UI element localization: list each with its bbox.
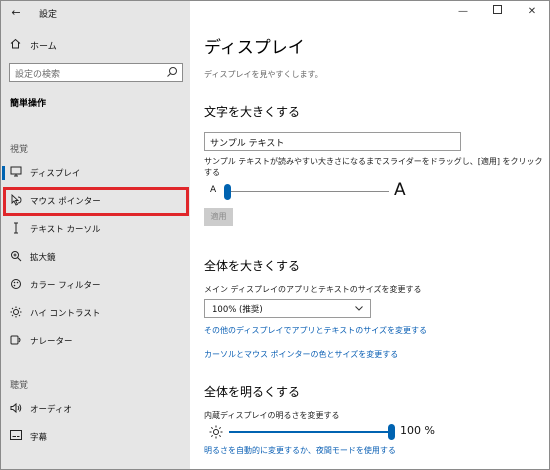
sidebar-item-label: オーディオ (30, 405, 72, 415)
settings-window: ← 設定 ホーム 設定の検索 簡単操作 視覚 ディスプレイ マウス ポインター … (0, 0, 550, 470)
search-placeholder: 設定の検索 (15, 70, 61, 80)
page-description: ディスプレイを見やすくします。 (204, 70, 323, 79)
sidebar-item-label: テキスト カーソル (30, 225, 101, 235)
back-arrow-icon[interactable]: ← (7, 5, 25, 21)
text-size-slider-track[interactable] (227, 191, 389, 192)
group-label-hearing: 聴覚 (10, 381, 29, 391)
sample-text: サンプル テキスト (210, 139, 285, 149)
sidebar-item-label: ナレーター (30, 337, 73, 347)
narrator-icon (9, 334, 23, 348)
link-other-display-scale[interactable]: その他のディスプレイでアプリとテキストのサイズを変更する (204, 325, 427, 336)
chevron-down-icon (354, 303, 364, 313)
sidebar-item-label: 字幕 (30, 433, 48, 443)
highlight-box (3, 187, 189, 216)
brightness-value: 100 % (400, 424, 435, 437)
sidebar-item-magnifier[interactable]: 拡大鏡 (1, 245, 190, 269)
sidebar-item-audio[interactable]: オーディオ (1, 397, 190, 421)
main-content: ディスプレイ ディスプレイを見やすくします。 文字を大きくする サンプル テキス… (190, 1, 549, 469)
text-cursor-icon (9, 222, 23, 236)
sidebar-item-label: ディスプレイ (30, 169, 81, 179)
home-icon (10, 38, 21, 52)
sidebar-item-text-cursor[interactable]: テキスト カーソル (1, 217, 190, 241)
heading-scale: 全体を大きくする (204, 259, 301, 273)
sidebar-item-captions[interactable]: 字幕 (1, 425, 190, 449)
sidebar: ← 設定 ホーム 設定の検索 簡単操作 視覚 ディスプレイ マウス ポインター … (1, 1, 190, 469)
scale-dropdown-value: 100% (推奨) (212, 305, 263, 315)
scrollbar[interactable] (542, 23, 549, 469)
link-cursor-pointer[interactable]: カーソルとマウス ポインターの色とサイズを変更する (204, 349, 398, 360)
sidebar-item-display[interactable]: ディスプレイ (1, 161, 190, 185)
monitor-icon (9, 166, 23, 180)
app-title: 設定 (39, 10, 58, 20)
sidebar-item-high-contrast[interactable]: ハイ コントラスト (1, 301, 190, 325)
link-auto-brightness[interactable]: 明るさを自動的に変更するか、夜間モードを使用する (204, 445, 396, 456)
captions-icon (9, 430, 23, 444)
sidebar-item-narrator[interactable]: ナレーター (1, 329, 190, 353)
brightness-label: 内蔵ディスプレイの明るさを変更する (204, 411, 340, 420)
sidebar-item-label: ハイ コントラスト (30, 309, 101, 319)
home-label: ホーム (30, 42, 57, 52)
sidebar-item-label: カラー フィルター (30, 281, 101, 291)
sun-icon (209, 425, 223, 439)
high-contrast-icon (9, 306, 23, 320)
slider-min-label: A (210, 185, 217, 195)
sidebar-item-label: 拡大鏡 (30, 253, 56, 263)
color-filter-icon (9, 278, 23, 292)
search-icon[interactable] (166, 66, 178, 78)
section-title: 簡単操作 (10, 99, 47, 109)
search-input[interactable]: 設定の検索 (9, 63, 183, 82)
sidebar-item-color-filter[interactable]: カラー フィルター (1, 273, 190, 297)
heading-brightness: 全体を明るくする (204, 385, 301, 399)
scale-dropdown[interactable]: 100% (推奨) (204, 299, 371, 318)
page-title: ディスプレイ (204, 38, 305, 58)
sample-text-field: サンプル テキスト (204, 132, 461, 151)
magnifier-icon (9, 250, 23, 264)
scale-dropdown-label: メイン ディスプレイのアプリとテキストのサイズを変更する (204, 285, 422, 294)
text-size-instruction: サンプル テキストが読みやすい大きさになるまでスライダーをドラッグし、[適用] … (204, 157, 543, 177)
speaker-icon (9, 402, 23, 416)
brightness-slider-fill[interactable] (229, 431, 389, 433)
group-label-vision: 視覚 (10, 145, 29, 155)
heading-text-size: 文字を大きくする (204, 105, 301, 119)
text-size-slider-thumb[interactable] (224, 184, 231, 200)
home-nav-item[interactable]: ホーム (1, 34, 190, 56)
apply-button[interactable]: 適用 (204, 208, 233, 226)
slider-max-label: A (394, 180, 406, 200)
title-bar: ← 設定 (1, 1, 190, 27)
brightness-slider-thumb[interactable] (388, 424, 395, 440)
